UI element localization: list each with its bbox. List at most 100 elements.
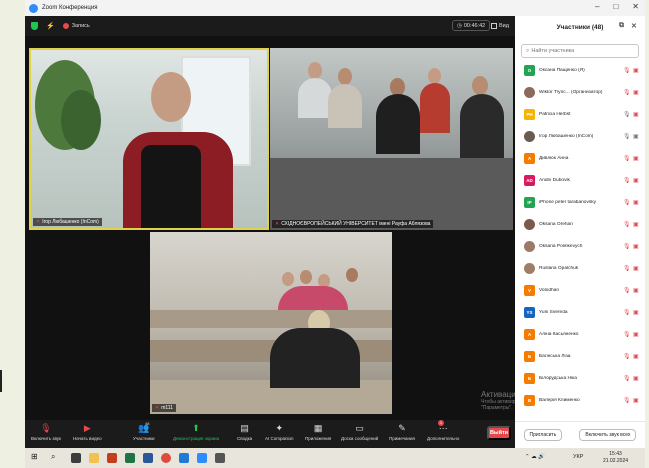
search-icon[interactable]: ⌕ — [51, 452, 55, 462]
video-off-icon[interactable]: ▣ — [633, 353, 639, 360]
student-body — [298, 78, 332, 118]
language-indicator[interactable]: УКР — [573, 454, 583, 460]
muted-mic-icon[interactable]: 🎙 — [623, 331, 631, 338]
mic-icon[interactable]: 🎙 — [623, 111, 631, 118]
close-panel-icon[interactable]: ✕ — [631, 22, 637, 30]
system-clock[interactable]: 15:43 21.02.2024 — [603, 451, 628, 465]
start-video-button[interactable]: ▶ Начать видео — [73, 422, 102, 441]
chrome-icon[interactable] — [161, 453, 171, 463]
participant-row[interactable]: A Аліна Касьяненко 🎙 ▣ — [515, 325, 645, 344]
muted-mic-icon[interactable]: 🎙 — [623, 265, 631, 272]
student-body — [420, 83, 450, 133]
participants-button[interactable]: 👥 48 Участники — [133, 421, 155, 441]
video-off-icon[interactable]: ▣ — [633, 111, 639, 118]
notes-button[interactable]: ✎ Примечания — [389, 422, 415, 441]
participant-name: Wiktor Trync... (Организатор) — [539, 90, 603, 95]
muted-mic-icon[interactable]: 🎙 — [623, 89, 631, 96]
participant-row[interactable]: Б Білорудська Ніка 🎙 ▣ — [515, 369, 645, 388]
participant-row[interactable]: Oksana Polinkevych 🎙 ▣ — [515, 237, 645, 256]
muted-mic-icon[interactable]: 🎙 — [623, 67, 631, 74]
excel-icon[interactable] — [125, 453, 135, 463]
whiteboard-button[interactable]: ▭ Доска сообщений — [341, 422, 378, 441]
participant-row[interactable]: O Оксана Пащенко (Я) 🎙 ▣ — [515, 61, 645, 80]
video-off-icon[interactable]: ▣ — [633, 221, 639, 228]
ai-companion-button[interactable]: ✦ AI Companion — [265, 422, 294, 441]
video-off-icon[interactable]: ▣ — [633, 199, 639, 206]
video-off-icon[interactable]: ▣ — [633, 375, 639, 382]
muted-mic-icon[interactable]: 🎙 — [623, 309, 631, 316]
meeting-toolbar: 🎙 Включить звук ▶ Начать видео 👥 48 Учас… — [25, 420, 515, 448]
summary-button[interactable]: ▤ Сводка — [237, 422, 252, 441]
video-icon[interactable]: ▣ — [633, 133, 639, 140]
share-screen-button[interactable]: ⬆ Демонстрация экрана — [173, 422, 219, 441]
muted-mic-icon[interactable]: 🎙 — [623, 243, 631, 250]
muted-mic-icon[interactable]: 🎙 — [623, 221, 631, 228]
apps-label: Приложения — [305, 436, 332, 441]
zoom-taskbar-icon[interactable] — [197, 453, 207, 463]
muted-mic-icon[interactable]: 🎙 — [623, 155, 631, 162]
app-icon[interactable] — [215, 453, 225, 463]
external-edge-mark — [0, 370, 2, 392]
muted-mic-icon[interactable]: 🎙 — [623, 397, 631, 404]
more-button[interactable]: ⋯ 1 Дополнительно — [427, 420, 459, 441]
word-icon[interactable] — [143, 453, 153, 463]
edge-icon[interactable] — [179, 453, 189, 463]
unmute-all-button[interactable]: Включить звук всех — [579, 429, 637, 441]
task-view-icon[interactable] — [71, 453, 81, 463]
tray-icons[interactable]: ⌃ ☁ 🔊 — [525, 454, 545, 460]
muted-mic-icon[interactable]: 🎙 — [623, 199, 631, 206]
popout-icon[interactable]: ⧉ — [619, 22, 624, 30]
video-off-icon[interactable]: ▣ — [633, 287, 639, 294]
view-button[interactable]: Вид — [488, 20, 512, 31]
participant-search-input[interactable] — [531, 48, 632, 54]
participant-row[interactable]: Oksana Orehan 🎙 ▣ — [515, 215, 645, 234]
lightning-icon[interactable]: ⚡ — [46, 22, 55, 30]
minimize-icon[interactable]: – — [595, 2, 599, 11]
video-tile-university[interactable]: ✕ СХІДНОЄВРОПЕЙСЬКИЙ УНІВЕРСИТЕТ імені Ра… — [270, 48, 513, 230]
participant-row[interactable]: В Валерія Клименко 🎙 ▣ — [515, 391, 645, 410]
participant-row[interactable]: PH Patricia Herbst 🎙 ▣ — [515, 105, 645, 124]
muted-mic-icon[interactable]: 🎙 — [623, 375, 631, 382]
video-off-icon[interactable]: ▣ — [633, 243, 639, 250]
record-label[interactable]: Запись — [72, 23, 90, 29]
video-off-icon[interactable]: ▣ — [633, 331, 639, 338]
windows-start-icon[interactable]: ⊞ — [31, 452, 38, 461]
video-tile-speaker[interactable]: ✕ Ігор Любашенко (InCom) — [29, 48, 269, 230]
participant-row[interactable]: A Дивлюк Анна 🎙 ▣ — [515, 149, 645, 168]
video-off-icon[interactable]: ▣ — [633, 265, 639, 272]
video-off-icon[interactable]: ▣ — [633, 309, 639, 316]
participant-search[interactable]: ⌕ — [521, 44, 639, 58]
unmute-button[interactable]: 🎙 Включить звук — [31, 422, 61, 441]
unmute-label: Включить звук — [31, 436, 62, 441]
close-icon[interactable]: ✕ — [632, 2, 639, 11]
powerpoint-icon[interactable] — [107, 453, 117, 463]
participant-row[interactable]: IP iPhone peter tarabanovsky 🎙 ▣ — [515, 193, 645, 212]
file-explorer-icon[interactable] — [89, 453, 99, 463]
video-off-icon[interactable]: ▣ — [633, 177, 639, 184]
apps-button[interactable]: ▦ Приложения — [305, 422, 331, 441]
invite-button[interactable]: Пригласить — [523, 429, 563, 441]
participant-row[interactable]: Wiktor Trync... (Организатор) 🎙 ▣ — [515, 83, 645, 102]
muted-mic-icon[interactable]: 🎙 — [623, 353, 631, 360]
leave-button[interactable]: Выйти — [487, 426, 511, 440]
participant-row[interactable]: AD Andrii Dubovik 🎙 ▣ — [515, 171, 645, 190]
participant-row[interactable]: Б Багінська Ліза 🎙 ▣ — [515, 347, 645, 366]
participant-row[interactable]: Ruslana Opalchuk 🎙 ▣ — [515, 259, 645, 278]
video-off-icon[interactable]: ▣ — [633, 155, 639, 162]
participant-row[interactable]: V Volodhan 🎙 ▣ — [515, 281, 645, 300]
participant-name: Yurii Svereda — [539, 310, 568, 315]
timer-text: 00:46:42 — [463, 22, 486, 29]
maximize-icon[interactable]: □ — [613, 2, 618, 11]
muted-mic-icon: ✕ — [155, 405, 160, 411]
video-off-icon[interactable]: ▣ — [633, 89, 639, 96]
mic-icon[interactable]: 🎙 — [623, 133, 631, 140]
student-head — [346, 268, 358, 282]
muted-mic-icon[interactable]: 🎙 — [623, 287, 631, 294]
video-off-icon[interactable]: ▣ — [633, 397, 639, 404]
participant-row[interactable]: YS Yurii Svereda 🎙 ▣ — [515, 303, 645, 322]
video-off-icon[interactable]: ▣ — [633, 67, 639, 74]
participant-row[interactable]: Ігор Любашенко (InCom) 🎙 ▣ — [515, 127, 645, 146]
video-tile-classroom[interactable]: ✕ m111 — [150, 232, 392, 414]
muted-mic-icon[interactable]: 🎙 — [623, 177, 631, 184]
security-shield-icon[interactable] — [31, 22, 38, 30]
